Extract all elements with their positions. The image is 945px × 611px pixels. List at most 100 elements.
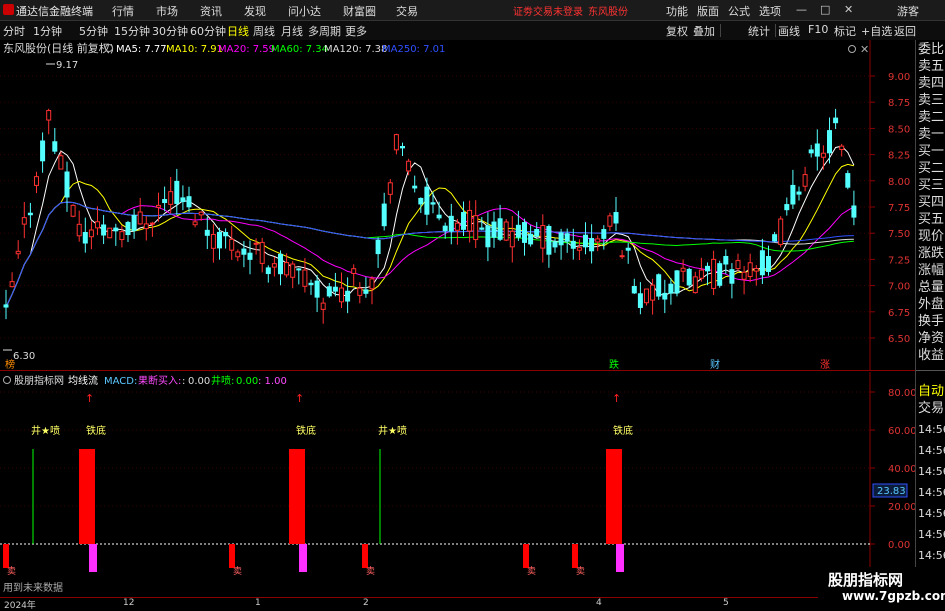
back-button[interactable]: 返回	[894, 23, 916, 39]
indicator-source: 股朋指标网	[14, 374, 64, 387]
indicator-buy-value: 0.00	[188, 376, 210, 387]
candle-body	[46, 110, 52, 121]
stats-button[interactable]: 统计	[748, 23, 770, 39]
guest-user[interactable]: 游客	[897, 3, 919, 19]
period-5min[interactable]: 5分钟	[79, 23, 108, 39]
menu-ask[interactable]: 问小达	[288, 3, 321, 19]
period-60min[interactable]: 60分钟	[190, 23, 226, 39]
candle-body	[515, 224, 521, 238]
f10-button[interactable]: F10	[808, 23, 828, 36]
sell-label: 卖	[7, 566, 16, 577]
period-more[interactable]: 更多	[345, 23, 367, 39]
panel-divider	[0, 370, 915, 371]
menu-market[interactable]: 市场	[156, 3, 178, 19]
candle-body	[583, 234, 588, 248]
menu-news[interactable]: 资讯	[200, 3, 222, 19]
menu-wealth[interactable]: 财富圈	[343, 3, 376, 19]
candlestick-chart[interactable]: 9.00 8.75 8.50 8.25 8.00 7.75 7.50 7.25 7.00 6.75…	[0, 40, 915, 370]
period-multi[interactable]: 多周期	[308, 23, 341, 39]
add-watchlist-button[interactable]: +自选	[861, 23, 892, 39]
signal-arrow: ↑	[295, 392, 304, 405]
event-marker-rank[interactable]: 榜	[5, 358, 15, 370]
candle-body	[692, 276, 698, 294]
sell-bar	[523, 544, 529, 568]
minimize-icon[interactable]: —	[796, 3, 807, 16]
candle-body	[619, 255, 625, 258]
menu-quotes[interactable]: 行情	[112, 3, 134, 19]
candle-body	[326, 286, 332, 297]
period-30min[interactable]: 30分钟	[152, 23, 188, 39]
y-tick-label: 8.50	[888, 124, 910, 135]
candle-body	[759, 250, 765, 276]
period-weekly[interactable]: 周线	[253, 23, 275, 39]
legend-ma250: MA250: 7.01	[382, 44, 445, 55]
candle-body	[509, 230, 515, 248]
auto-trade-button[interactable]: 自动	[918, 384, 944, 400]
indicator-current-value: 23.83	[877, 486, 906, 497]
quote-field-label: 买一	[918, 144, 945, 159]
candle-body	[143, 223, 149, 230]
y-tick-label: 9.00	[888, 72, 910, 83]
close-icon[interactable]: ✕	[844, 3, 853, 16]
signal-arrow: ↑	[85, 392, 94, 405]
candle-body	[778, 218, 784, 245]
jingpen-label: 井★喷	[378, 424, 407, 437]
period-monthly[interactable]: 月线	[281, 23, 303, 39]
candle-body	[302, 269, 308, 287]
sell-bar	[572, 544, 578, 568]
candle-body	[217, 231, 222, 249]
y-tick-label: 80.00	[888, 388, 915, 399]
candle-body	[64, 171, 70, 198]
candle-body	[381, 203, 387, 227]
event-marker-fall[interactable]: 跌	[609, 358, 619, 370]
candle-body	[552, 241, 558, 248]
chart-close-icon[interactable]: ✕	[860, 43, 869, 56]
candle-body	[113, 227, 119, 232]
period-15min[interactable]: 15分钟	[114, 23, 150, 39]
candle-body	[564, 233, 570, 242]
menu-layout[interactable]: 版面	[697, 3, 719, 19]
quote-field-label: 外盘	[918, 297, 945, 312]
signal-arrow: ↑	[612, 392, 621, 405]
event-marker-finance[interactable]: 财	[710, 358, 720, 370]
candle-body	[400, 146, 405, 149]
trade-button[interactable]: 交易	[918, 401, 944, 417]
quote-field-label: 卖三	[918, 93, 945, 108]
candle-body	[735, 260, 741, 270]
candle-body	[839, 145, 845, 150]
mark-button[interactable]: 标记	[834, 23, 856, 39]
legend-ma5: MA5: 7.77	[116, 44, 167, 55]
drawline-button[interactable]: 画线	[778, 23, 800, 39]
tick-time: 14:56	[918, 423, 945, 436]
tiedi-label: 铁底	[86, 424, 106, 437]
legend-ma10: MA10: 7.91	[166, 44, 223, 55]
event-marker-rise[interactable]: 涨	[820, 359, 830, 370]
menu-trade[interactable]: 交易	[396, 3, 418, 19]
candle-body	[613, 212, 619, 224]
overlay-button[interactable]: 叠加	[693, 23, 715, 39]
quote-field-label: 卖五	[918, 59, 945, 74]
quote-field-label: 买三	[918, 178, 945, 193]
current-stock-name: 东风股份	[588, 7, 628, 18]
menu-options[interactable]: 选项	[759, 3, 781, 19]
candle-body	[479, 227, 485, 230]
indicator-chart[interactable]: 80.00 60.00 40.00 20.00 0.00 股朋指标网 均线流 MACD:…	[0, 372, 915, 597]
candle-body	[668, 283, 674, 294]
candle-body	[284, 262, 290, 276]
y-tick-label: 8.25	[888, 151, 910, 162]
period-tick[interactable]: 分时	[3, 23, 25, 39]
period-1min[interactable]: 1分钟	[33, 23, 62, 39]
period-daily[interactable]: 日线	[227, 23, 249, 39]
menu-formula[interactable]: 公式	[728, 3, 750, 19]
candle-body	[412, 185, 418, 189]
maximize-icon[interactable]: □	[820, 3, 830, 16]
menu-function[interactable]: 功能	[666, 3, 688, 19]
candle-body	[3, 304, 9, 308]
login-status[interactable]: 证劵交易未登录	[513, 3, 583, 18]
time-tick: 2	[363, 598, 369, 608]
menu-discover[interactable]: 发现	[244, 3, 266, 19]
quote-field-label: 买二	[918, 161, 945, 176]
candle-body	[784, 204, 790, 211]
adjust-button[interactable]: 复权	[666, 23, 688, 39]
time-tick: 12	[123, 598, 135, 608]
